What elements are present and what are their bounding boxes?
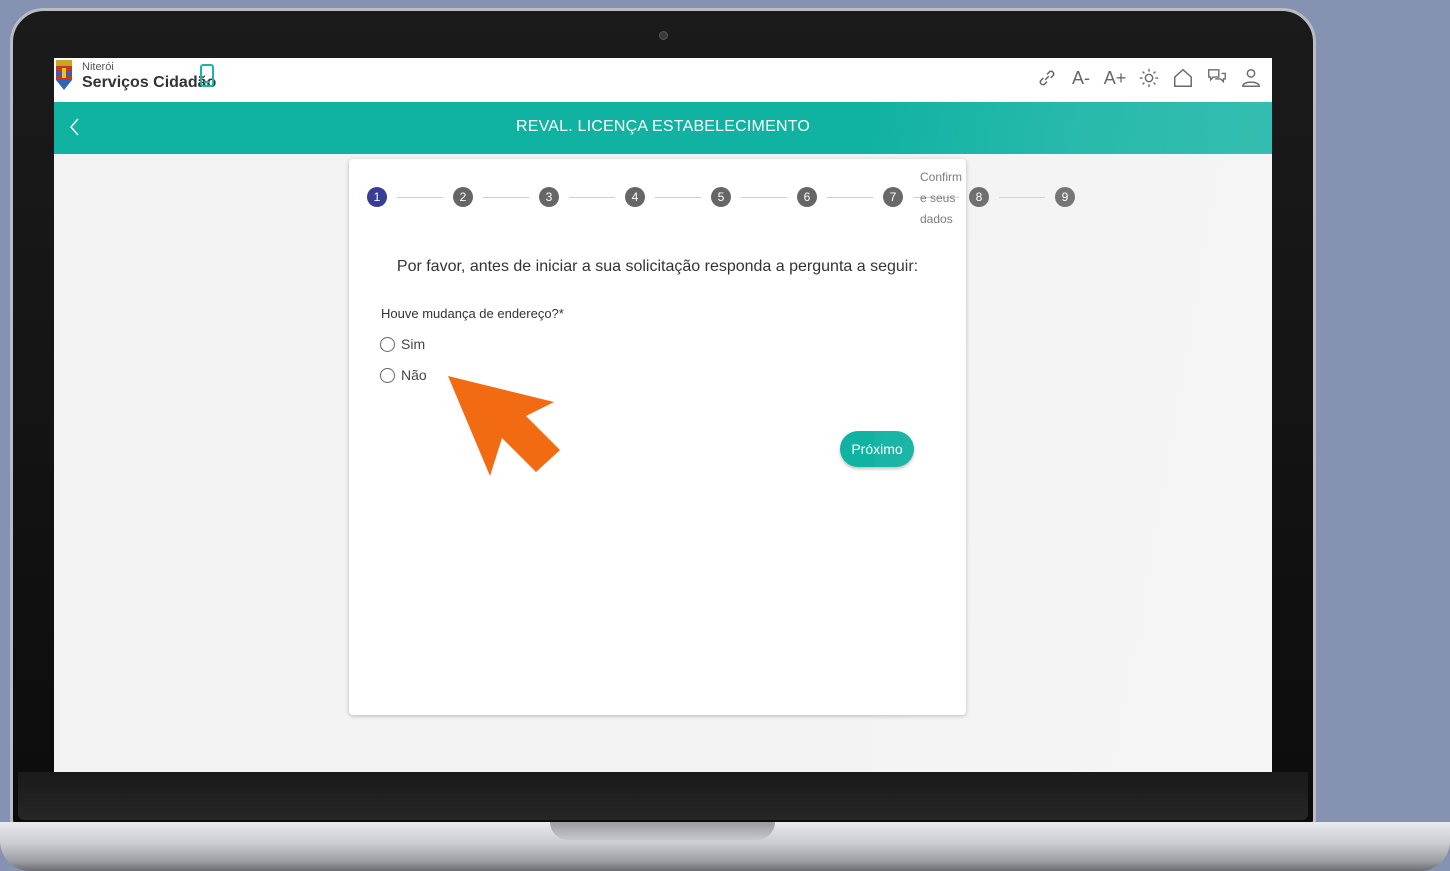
question-label: Houve mudança de endereço?*	[381, 306, 564, 321]
brand-name: Serviços Cidadão	[82, 74, 217, 91]
step-connector	[999, 196, 1045, 198]
radio-button[interactable]	[380, 336, 395, 352]
brand[interactable]: Niterói Serviços Cidadão	[82, 61, 216, 93]
step-connector	[397, 196, 443, 198]
step-3[interactable]: 3	[539, 187, 559, 207]
page-header: REVAL. LICENÇA ESTABELECIMENTO	[54, 102, 1272, 154]
laptop-notch	[550, 822, 775, 840]
font-decrease-button[interactable]: A-	[1064, 64, 1098, 92]
option-label: Sim	[401, 336, 426, 352]
step-6[interactable]: 6	[797, 187, 817, 207]
radio-button[interactable]	[380, 367, 395, 383]
step-2[interactable]: 2	[453, 187, 473, 207]
page-title: REVAL. LICENÇA ESTABELECIMENTO	[515, 118, 811, 135]
step-connector	[655, 196, 701, 198]
option-label: Não	[401, 367, 427, 383]
step-1[interactable]: 1	[367, 187, 387, 207]
step-9-label: Confirm e seus dados	[920, 170, 963, 226]
option-sim[interactable]: Sim	[380, 336, 425, 352]
stepper: 1 2 3 4 5 6 7 8 9	[367, 187, 1075, 207]
step-connector	[483, 196, 529, 198]
screen: Niterói Serviços Cidadão A- A+ REVAL. LI…	[54, 58, 1272, 772]
step-4[interactable]: 4	[625, 187, 645, 207]
city-crest-icon	[56, 60, 72, 90]
step-8[interactable]: 8	[969, 187, 989, 207]
intro-text: Por favor, antes de iniciar a sua solici…	[396, 258, 919, 275]
brand-city: Niterói	[82, 61, 114, 73]
laptop-bezel	[18, 772, 1308, 820]
accessibility-toolbar: A- A+	[1030, 64, 1268, 92]
contrast-icon[interactable]	[1132, 64, 1166, 92]
chat-icon[interactable]	[1200, 64, 1234, 92]
step-connector	[827, 196, 873, 198]
camera-icon	[659, 31, 668, 40]
step-7[interactable]: 7	[883, 187, 903, 207]
top-bar: Niterói Serviços Cidadão A- A+	[54, 58, 1272, 102]
user-icon[interactable]	[1234, 64, 1268, 92]
mobile-phone-icon	[200, 64, 214, 87]
annotation-arrow-icon	[448, 376, 560, 476]
home-icon[interactable]	[1166, 64, 1200, 92]
step-9[interactable]: 9	[1055, 187, 1075, 207]
font-increase-button[interactable]: A+	[1098, 64, 1132, 92]
step-connector	[569, 196, 615, 198]
option-nao[interactable]: Não	[380, 367, 427, 383]
next-button[interactable]: Próximo	[840, 431, 914, 467]
link-icon[interactable]	[1030, 64, 1064, 92]
step-connector	[741, 196, 787, 198]
step-5[interactable]: 5	[711, 187, 731, 207]
